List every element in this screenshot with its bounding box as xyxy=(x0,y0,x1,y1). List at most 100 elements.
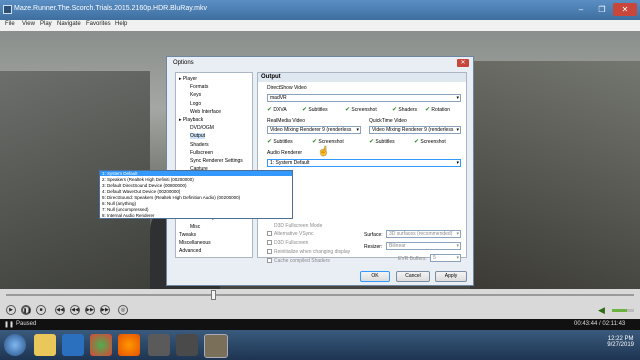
play-button[interactable]: ▶ xyxy=(6,305,16,315)
surface-select[interactable]: 3D surfaces (recommended) ▾ xyxy=(386,230,461,238)
audio-renderer-option[interactable]: 7: Null (uncompressed) xyxy=(102,207,149,212)
alt-vsync-check[interactable]: Alternative VSync xyxy=(267,231,313,237)
quicktime-select[interactable]: Video Mixing Renderer 9 (renderless ▾ xyxy=(369,126,461,134)
check-icon: ✔ xyxy=(369,139,375,145)
cancel-button[interactable]: Cancel xyxy=(396,271,430,282)
reinitialize-check[interactable]: Reinitialize when changing display xyxy=(267,249,350,255)
chevron-down-icon: ▾ xyxy=(456,127,459,133)
chevron-down-icon: ▾ xyxy=(456,255,459,261)
chrome-icon[interactable] xyxy=(90,334,112,356)
tree-item-miscellaneous[interactable]: Miscellaneous xyxy=(179,240,211,246)
file-explorer-icon[interactable] xyxy=(34,334,56,356)
status-bar: ❚❚ Paused 00:43:44 / 02:11:43 xyxy=(0,319,640,330)
realmedia-select[interactable]: Video Mixing Renderer 9 (renderless ▾ xyxy=(267,126,361,134)
audio-renderer-option[interactable]: 4: Default WaveOut Device (00200000) xyxy=(102,189,180,194)
menu-file[interactable]: File xyxy=(5,21,15,27)
tree-item-web-interface[interactable]: Web Interface xyxy=(190,109,221,115)
tree-item-label: Sync Renderer Settings xyxy=(190,158,243,164)
apply-button[interactable]: Apply xyxy=(435,271,467,282)
tree-item-dvd-ogm[interactable]: DVD/OGM xyxy=(190,125,214,131)
check-rm-screenshot[interactable]: ✔ Screenshot xyxy=(312,138,344,145)
checkbox xyxy=(267,231,272,237)
tree-item-advanced[interactable]: Advanced xyxy=(179,248,201,254)
tree-item-fullscreen[interactable]: Fullscreen xyxy=(190,150,213,156)
check-icon: ✔ xyxy=(302,107,308,113)
tree-item-playback[interactable]: ▸ Playback xyxy=(179,117,203,123)
tree-item-keys[interactable]: Keys xyxy=(190,92,201,98)
forward-button[interactable]: ▶▶ xyxy=(85,305,95,315)
check-dxva[interactable]: ✔ DXVA xyxy=(267,106,287,113)
resizer-label: Resizer: xyxy=(364,244,383,250)
seek-bar[interactable] xyxy=(0,289,640,301)
tree-item-shaders[interactable]: Shaders xyxy=(190,142,209,148)
audio-renderer-option[interactable]: 3: Default DirectSound Device (00800000) xyxy=(102,183,187,188)
check-subtitles[interactable]: ✔ Subtitles xyxy=(302,106,328,113)
audio-renderer-option[interactable]: 6: Null (anything) xyxy=(102,201,136,206)
tree-item-label: Web Interface xyxy=(190,108,222,115)
check-icon: ✔ xyxy=(267,139,273,145)
cache-shaders-check[interactable]: Cache compiled Shaders xyxy=(267,258,330,264)
tree-item-label: Output xyxy=(190,133,206,140)
firefox-icon[interactable] xyxy=(118,334,140,356)
surface-label: Surface: xyxy=(364,232,383,238)
evr-buffers-select[interactable]: 5 ▾ xyxy=(430,254,461,262)
dialog-close-button[interactable]: ✕ xyxy=(457,59,469,67)
start-button-icon[interactable] xyxy=(4,334,26,356)
pause-button[interactable]: ❚❚ xyxy=(21,305,31,315)
tree-item-misc[interactable]: Misc xyxy=(190,224,200,230)
check-shaders[interactable]: ✔ Shaders xyxy=(392,106,417,113)
check-rm-subtitles[interactable]: ✔ Subtitles xyxy=(267,138,293,145)
internet-explorer-icon[interactable] xyxy=(62,334,84,356)
check-qt-subtitles[interactable]: ✔ Subtitles xyxy=(369,138,395,145)
mpc-player-icon[interactable] xyxy=(204,334,228,358)
audio-renderer-select[interactable]: 1: System Default ▾ xyxy=(267,159,461,167)
tree-item-tweaks[interactable]: Tweaks xyxy=(179,232,196,238)
tree-item-sync-renderer-settings[interactable]: Sync Renderer Settings xyxy=(190,158,243,164)
seek-track[interactable] xyxy=(6,294,634,296)
close-button[interactable]: ✕ xyxy=(613,3,637,16)
check-qt-screenshot[interactable]: ✔ Screenshot xyxy=(414,138,446,145)
volume-track[interactable] xyxy=(612,309,634,312)
audio-renderer-option[interactable]: 5: DirectSound: Speakers (Realtek High D… xyxy=(102,195,240,200)
chevron-down-icon: ▾ xyxy=(456,243,459,249)
menu-view[interactable]: View xyxy=(22,21,35,27)
check-icon: ✔ xyxy=(425,107,431,113)
check-screenshot[interactable]: ✔ Screenshot xyxy=(345,106,377,113)
output-pane: Output DirectShow Video madVR ▾ ✔ DXVA ✔ … xyxy=(257,72,467,264)
ok-button[interactable]: OK xyxy=(360,271,390,282)
check-icon: ✔ xyxy=(267,107,273,113)
audio-renderer-option[interactable]: 1: System Default xyxy=(100,171,292,176)
audio-renderer-option[interactable]: 8: Internal Audio Renderer xyxy=(102,213,155,218)
menu-favorites[interactable]: Favorites xyxy=(86,21,111,27)
d3d-fullscreen-mode-label: D3D Fullscreen Mode xyxy=(274,223,323,229)
media-app-icon-2[interactable] xyxy=(176,334,198,356)
checkbox xyxy=(267,258,272,264)
maximize-button[interactable]: ❐ xyxy=(592,3,612,16)
seek-thumb[interactable] xyxy=(211,290,217,300)
tree-item-formats[interactable]: Formats xyxy=(190,84,208,90)
system-tray-clock[interactable]: 12:22 PM 9/27/2019 xyxy=(607,336,634,348)
check-rotation[interactable]: ✔ Rotation xyxy=(425,106,450,113)
directshow-select[interactable]: madVR ▾ xyxy=(267,94,461,102)
d3d-fullscreen-check[interactable]: D3D Fullscreen xyxy=(267,240,308,246)
frame-step-button[interactable]: ◎ xyxy=(118,305,128,315)
next-button[interactable]: ▶▶ xyxy=(100,305,110,315)
pause-status-icon: ❚❚ xyxy=(4,322,15,328)
tree-item-label: Misc xyxy=(190,223,201,230)
rewind-button[interactable]: ◀◀ xyxy=(70,305,80,315)
previous-button[interactable]: ◀◀ xyxy=(55,305,65,315)
minimize-button[interactable]: – xyxy=(571,3,591,16)
quicktime-label: QuickTime Video xyxy=(369,118,407,124)
tree-item-player[interactable]: ▸ Player xyxy=(179,76,197,82)
menu-play[interactable]: Play xyxy=(40,21,52,27)
menu-help[interactable]: Help xyxy=(115,21,127,27)
menu-navigate[interactable]: Navigate xyxy=(57,21,81,27)
speaker-icon[interactable]: ◀ xyxy=(598,305,605,316)
resizer-select[interactable]: Bilinear ▾ xyxy=(386,242,461,250)
tree-item-logo[interactable]: Logo xyxy=(190,101,201,107)
tree-item-output[interactable]: Output xyxy=(190,133,206,140)
audio-renderer-option[interactable]: 2: Speakers (Realtek High Definiti (0020… xyxy=(102,177,194,182)
realmedia-label: RealMedia Video xyxy=(267,118,305,124)
media-app-icon[interactable] xyxy=(148,334,170,356)
stop-button[interactable]: ■ xyxy=(36,305,46,315)
